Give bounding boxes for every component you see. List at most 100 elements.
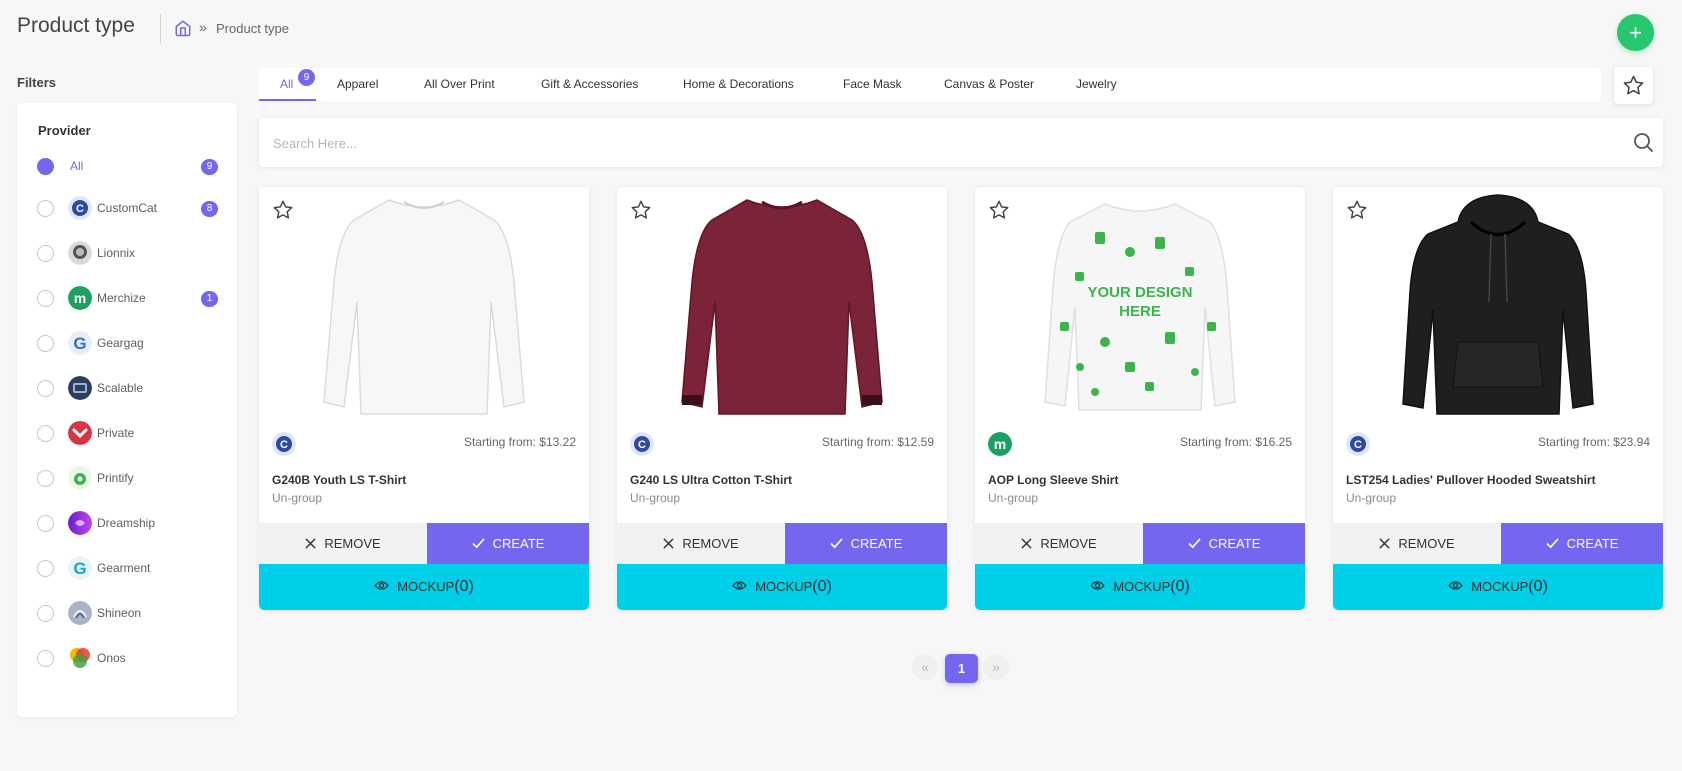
provider-label: All (70, 159, 84, 173)
create-label: CREATE (850, 536, 903, 551)
mockup-count: (0) (1170, 578, 1190, 595)
provider-label: Onos (97, 651, 126, 665)
count-badge: 1 (201, 291, 218, 307)
count-badge: 9 (201, 159, 218, 175)
svg-text:G: G (73, 559, 86, 578)
remove-button[interactable]: REMOVE (1333, 523, 1501, 564)
dreamship-logo (68, 511, 92, 535)
search-icon[interactable] (1631, 130, 1655, 154)
mockup-label: MOCKUP (1113, 579, 1171, 594)
provider-item-scalable[interactable]: Scalable (37, 375, 222, 403)
create-button[interactable]: CREATE (1501, 523, 1663, 564)
star-icon[interactable] (988, 199, 1010, 221)
category-tabs: All Apparel All Over Print Gift & Access… (259, 68, 1601, 101)
radio[interactable] (37, 245, 54, 262)
remove-label: REMOVE (1398, 536, 1455, 551)
pagination-page-1[interactable]: 1 (945, 654, 978, 683)
product-image[interactable] (1393, 192, 1603, 420)
star-icon[interactable] (272, 199, 294, 221)
radio[interactable] (37, 200, 54, 217)
provider-label: CustomCat (97, 201, 158, 215)
product-name[interactable]: G240 LS Ultra Cotton T-Shirt (630, 473, 792, 487)
provider-item-dreamship[interactable]: Dreamship (37, 510, 222, 538)
radio[interactable] (37, 605, 54, 622)
provider-item-customcat[interactable]: C CustomCat 8 (37, 195, 222, 223)
provider-item-lionnix[interactable]: Lionnix (37, 240, 222, 268)
pagination-next-button[interactable]: » (983, 654, 1009, 680)
radio[interactable] (37, 335, 54, 352)
svg-text:HERE: HERE (1119, 303, 1161, 320)
check-icon (1188, 538, 1201, 549)
provider-item-geargag[interactable]: G Geargag (37, 330, 222, 358)
create-button[interactable]: CREATE (427, 523, 589, 564)
provider-label: Geargag (97, 336, 144, 350)
provider-label: Lionnix (97, 246, 136, 260)
provider-item-private[interactable]: Private (37, 420, 222, 448)
search-input[interactable] (273, 130, 1593, 156)
provider-item-shineon[interactable]: Shineon (37, 600, 222, 628)
provider-item-printify[interactable]: Printify (37, 465, 222, 493)
provider-item-onos[interactable]: Onos (37, 645, 222, 673)
count-badge: 8 (201, 201, 218, 217)
product-image[interactable] (319, 192, 529, 420)
product-name[interactable]: LST254 Ladies' Pullover Hooded Sweatshir… (1346, 473, 1596, 487)
remove-button[interactable]: REMOVE (259, 523, 427, 564)
product-name[interactable]: G240B Youth LS T-Shirt (272, 473, 406, 487)
create-button[interactable]: CREATE (1143, 523, 1305, 564)
provider-label: Dreamship (97, 516, 156, 530)
eye-icon (1448, 581, 1463, 591)
close-icon (663, 538, 674, 549)
tab-gift-accessories[interactable]: Gift & Accessories (541, 68, 638, 101)
remove-label: REMOVE (682, 536, 739, 551)
pagination-prev-button[interactable]: « (912, 654, 938, 680)
tab-all[interactable]: All (280, 68, 293, 101)
breadcrumb-current: Product type (216, 21, 289, 36)
customcat-logo: C (1346, 432, 1370, 456)
customcat-logo: C (630, 432, 654, 456)
customcat-logo: C (272, 432, 296, 456)
eye-icon (374, 581, 389, 591)
radio[interactable] (37, 560, 54, 577)
tab-face-mask[interactable]: Face Mask (843, 68, 902, 101)
shineon-logo (68, 601, 92, 625)
favorites-button[interactable] (1614, 67, 1653, 104)
svg-text:G: G (73, 334, 86, 353)
printify-logo (68, 466, 92, 490)
remove-button[interactable]: REMOVE (617, 523, 785, 564)
private-logo (68, 421, 92, 445)
tab-apparel[interactable]: Apparel (337, 68, 378, 101)
radio[interactable] (37, 470, 54, 487)
mockup-button[interactable]: MOCKUP(0) (975, 564, 1305, 610)
home-icon[interactable] (174, 19, 192, 37)
star-icon[interactable] (1346, 199, 1368, 221)
merchize-logo: m (988, 432, 1012, 456)
radio-checked[interactable] (37, 158, 54, 175)
tab-canvas-poster[interactable]: Canvas & Poster (944, 68, 1034, 101)
mockup-button[interactable]: MOCKUP(0) (617, 564, 947, 610)
mockup-button[interactable]: MOCKUP(0) (1333, 564, 1663, 610)
provider-item-all[interactable]: All 9 (37, 153, 222, 181)
create-button[interactable]: CREATE (785, 523, 947, 564)
tab-all-over-print[interactable]: All Over Print (424, 68, 495, 101)
tab-home-decorations[interactable]: Home & Decorations (683, 68, 794, 101)
mockup-button[interactable]: MOCKUP(0) (259, 564, 589, 610)
radio[interactable] (37, 650, 54, 667)
radio[interactable] (37, 425, 54, 442)
search-box (259, 118, 1663, 167)
provider-item-gearment[interactable]: G Gearment (37, 555, 222, 583)
mockup-label: MOCKUP (397, 579, 455, 594)
radio[interactable] (37, 380, 54, 397)
remove-button[interactable]: REMOVE (975, 523, 1143, 564)
star-icon[interactable] (630, 199, 652, 221)
provider-item-merchize[interactable]: m Merchize 1 (37, 285, 222, 313)
tab-jewelry[interactable]: Jewelry (1076, 68, 1117, 101)
add-product-type-button[interactable]: + (1617, 14, 1654, 51)
product-image[interactable] (677, 192, 887, 420)
remove-label: REMOVE (324, 536, 381, 551)
scalable-logo (68, 376, 92, 400)
close-icon (305, 538, 316, 549)
product-image[interactable]: YOUR DESIGN HERE (1035, 192, 1245, 420)
radio[interactable] (37, 290, 54, 307)
product-name[interactable]: AOP Long Sleeve Shirt (988, 473, 1118, 487)
radio[interactable] (37, 515, 54, 532)
